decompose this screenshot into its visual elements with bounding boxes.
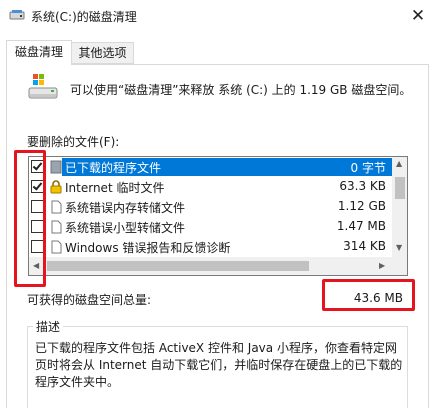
scroll-right-icon[interactable]: ▶	[379, 261, 385, 270]
tab-disk-cleanup[interactable]: 磁盘清理	[6, 40, 72, 65]
vertical-scroll-thumb[interactable]	[395, 177, 405, 199]
files-to-delete-label: 要删除的文件(F):	[27, 135, 120, 149]
description-title: 描述	[33, 318, 64, 335]
checkbox-highlight-box	[14, 150, 46, 287]
item-name: 系统错误内存转储文件	[65, 201, 186, 215]
item-size: 63.3 KB	[339, 179, 386, 193]
list-item[interactable]: Internet 临时文件 63.3 KB	[29, 177, 392, 197]
window-title: 系统(C:)的磁盘清理	[31, 10, 137, 24]
file-icon	[51, 200, 62, 214]
item-name: 已下载的程序文件	[65, 161, 162, 175]
files-list[interactable]: 已下载的程序文件 0 字节 Internet 临时文件 63.3 KB 系统错误…	[28, 156, 408, 276]
item-size: 1.47 MB	[336, 219, 386, 233]
summary-text: 可以使用“磁盘清理”来释放 系统 (C:) 上的 1.19 GB 磁盘空间。	[70, 83, 412, 97]
item-name: 系统错误小型转储文件	[65, 221, 186, 235]
vertical-scrollbar[interactable]: ▲ ▼	[392, 157, 407, 257]
list-item[interactable]: 系统错误内存转储文件 1.12 GB	[29, 197, 392, 217]
scrollbar-corner	[392, 257, 407, 275]
horizontal-scrollbar[interactable]: ◀ ▶	[29, 257, 392, 275]
lock-icon	[50, 180, 62, 194]
scroll-down-icon[interactable]: ▼	[396, 243, 402, 252]
folder-icon	[50, 160, 62, 174]
item-size: 314 KB	[343, 239, 386, 253]
horizontal-scroll-thumb[interactable]	[47, 261, 309, 271]
drive-icon	[28, 74, 58, 99]
space-value-highlight-box	[322, 279, 415, 311]
close-button[interactable]: ✕	[405, 4, 431, 28]
item-name: Windows 错误报告和反馈诊断	[65, 241, 231, 255]
item-size: 0 字节	[350, 161, 386, 175]
item-size: 1.12 GB	[337, 199, 386, 213]
space-total-label: 可获得的磁盘空间总量:	[27, 293, 152, 307]
disk-cleanup-app-icon	[9, 10, 25, 20]
scroll-up-icon[interactable]: ▲	[396, 159, 402, 168]
item-name: Internet 临时文件	[65, 181, 165, 195]
title-bar: 系统(C:)的磁盘清理 ✕	[0, 0, 435, 32]
list-item[interactable]: 系统错误小型转储文件 1.47 MB	[29, 217, 392, 237]
file-icon	[51, 240, 62, 254]
list-item[interactable]: Windows 错误报告和反馈诊断 314 KB	[29, 237, 392, 257]
tab-more-options[interactable]: 其他选项	[72, 42, 134, 64]
list-item[interactable]: 已下载的程序文件 0 字节	[29, 157, 392, 177]
file-icon	[51, 220, 62, 234]
description-text: 已下载的程序文件包括 ActiveX 控件和 Java 小程序，你查看特定网页时…	[35, 341, 403, 389]
